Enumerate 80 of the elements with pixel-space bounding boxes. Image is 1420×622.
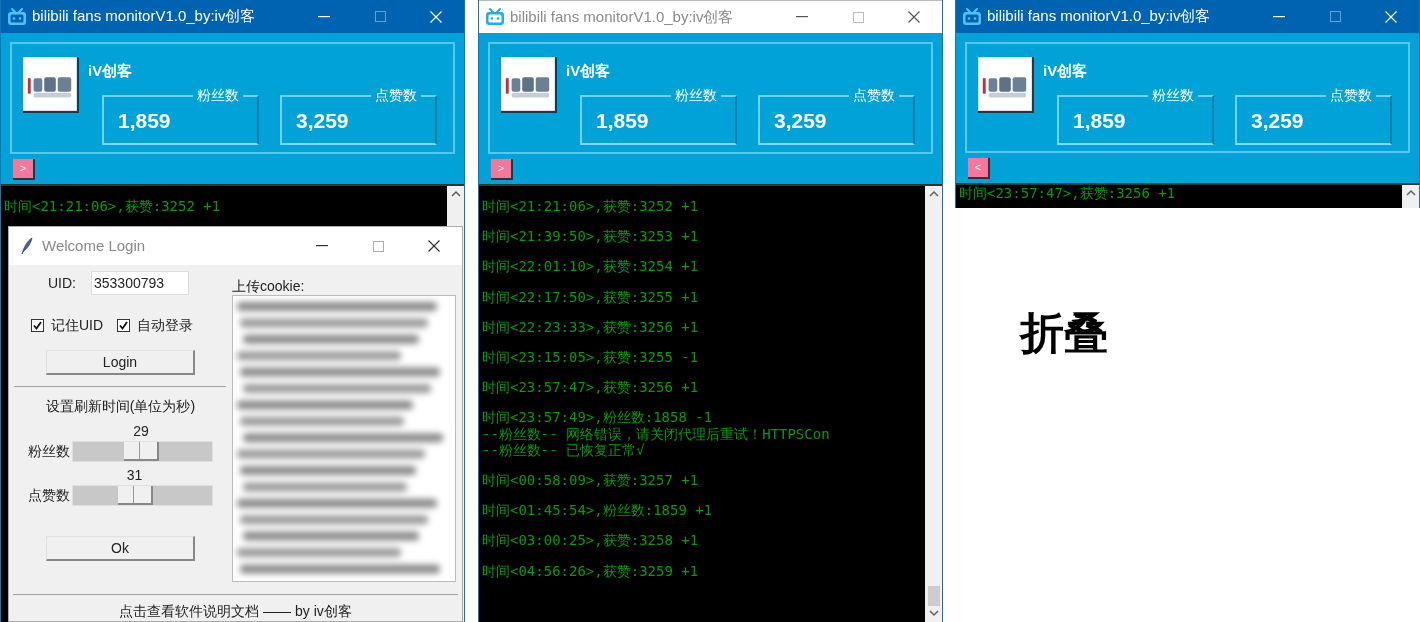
log-line: 时间<04:56:26>,获赞:3259 +1: [482, 562, 699, 579]
minimize-icon: [318, 15, 330, 18]
slider-thumb[interactable]: [117, 486, 153, 505]
help-link[interactable]: 点击查看软件说明文档 —— by iv创客: [119, 603, 352, 621]
stat-label: 点赞数: [1326, 86, 1376, 104]
stat-label: 点赞数: [371, 86, 421, 104]
check-icon: [33, 321, 42, 330]
minimize-icon: [316, 245, 328, 247]
ok-button[interactable]: Ok: [46, 536, 195, 561]
log-line: --粉丝数-- 网络错误，请关闭代理后重试！HTTPSCon: [482, 425, 830, 442]
stat-label: 粉丝数: [1148, 86, 1198, 104]
log-line: 时间<21:21:06>,获赞:3252 +1: [482, 198, 699, 215]
slider-track[interactable]: [72, 485, 213, 506]
log-line: 时间<23:57:49>,粉丝数:1858 -1: [482, 409, 713, 426]
stat-value: 1,859: [596, 107, 649, 134]
log-line: 时间<22:01:10>,获赞:3254 +1: [482, 258, 699, 275]
checkbox-label: 自动登录: [137, 316, 194, 335]
scroll-up-icon: [450, 190, 461, 197]
log-line: 时间<03:00:25>,获赞:3258 +1: [482, 532, 699, 549]
window-title: bilibili fans monitorV1.0_by:iv创客: [510, 6, 734, 27]
login-button[interactable]: Login: [46, 350, 195, 375]
minimize-icon: [1273, 15, 1285, 18]
log-line: 时间<21:21:06>,获赞:3252 +1: [4, 198, 221, 215]
stat-value: 1,859: [1073, 107, 1126, 134]
slider-thumb[interactable]: [123, 442, 159, 461]
maximize-icon: [852, 11, 864, 23]
scroll-thumb[interactable]: [927, 586, 940, 606]
stat-value: 3,259: [774, 107, 827, 134]
scrollbar[interactable]: [925, 186, 942, 622]
checkbox-label: 记住UID: [51, 316, 104, 335]
checkbox[interactable]: [117, 319, 131, 332]
stat-label: 点赞数: [849, 86, 899, 104]
close-icon: [428, 240, 440, 252]
stat-value: 1,859: [118, 107, 171, 134]
slider-label: 点赞数: [27, 486, 71, 505]
log-line: 时间<23:57:47>,获赞:3256 +1: [959, 185, 1176, 202]
user-name: iV创客: [566, 61, 612, 81]
stat-value: 3,259: [296, 107, 349, 134]
stat-label: 粉丝数: [193, 86, 243, 104]
check-icon: [119, 321, 129, 330]
log-line: 时间<21:39:50>,获赞:3253 +1: [482, 228, 699, 245]
close-icon: [430, 10, 442, 23]
minimize-icon: [796, 16, 808, 18]
stat-label: 粉丝数: [671, 86, 721, 104]
uid-label: UID:: [48, 273, 76, 293]
cookie-label: 上传cookie:: [232, 278, 306, 294]
stat-value: 3,259: [1251, 107, 1304, 134]
maximize-icon: [1329, 11, 1341, 22]
user-name: iV创客: [88, 61, 134, 81]
checkbox[interactable]: [31, 319, 44, 332]
log-line: 时间<22:23:33>,获赞:3256 +1: [482, 318, 699, 335]
slider-track[interactable]: [72, 441, 213, 462]
maximize-icon: [374, 11, 386, 22]
tv-icon: [485, 8, 505, 26]
scrollbar[interactable]: [1402, 185, 1419, 208]
refresh-heading: 设置刷新时间(单位为秒): [45, 397, 196, 416]
uid-field[interactable]: 353300793: [91, 271, 189, 295]
window-title: bilibili fans monitorV1.0_by:iv创客: [32, 6, 256, 27]
slider-label: 粉丝数: [27, 442, 71, 461]
maximize-icon: [372, 240, 384, 252]
log-line: 时间<01:45:54>,粉丝数:1859 +1: [482, 502, 713, 519]
feather-icon: [21, 237, 33, 255]
window-title: bilibili fans monitorV1.0_by:iv创客: [987, 6, 1211, 27]
tv-icon: [962, 7, 982, 26]
annotation-text: 折叠: [1020, 307, 1108, 359]
close-icon: [1385, 10, 1397, 23]
scroll-up-icon: [928, 190, 939, 197]
log-line: 时间<23:57:47>,获赞:3256 +1: [482, 379, 699, 396]
log-line: 时间<23:15:05>,获赞:3255 -1: [482, 349, 699, 366]
log-line: 时间<22:17:50>,获赞:3255 +1: [482, 288, 699, 305]
user-name: iV创客: [1043, 61, 1089, 81]
dialog-title: Welcome Login: [42, 235, 146, 256]
log-line: 时间<00:58:09>,获赞:3257 +1: [482, 472, 699, 489]
log-line: --粉丝数-- 已恢复正常√: [482, 441, 645, 459]
scroll-down-icon: [928, 610, 939, 617]
tv-icon: [7, 7, 27, 26]
slider-reading: 29: [133, 422, 149, 441]
close-icon: [908, 11, 920, 23]
slider-reading: 31: [126, 466, 143, 485]
scroll-up-icon: [1405, 189, 1416, 197]
